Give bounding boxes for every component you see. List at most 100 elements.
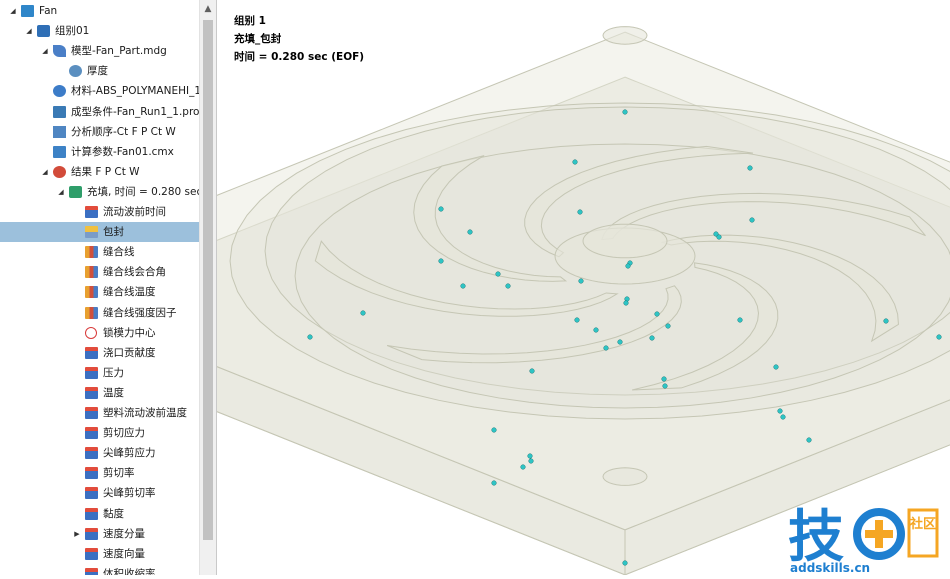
weld-line-icon xyxy=(85,306,98,319)
air-trap-marker xyxy=(737,317,743,323)
air-trap-marker xyxy=(467,229,473,235)
tree-item-label: 黏度 xyxy=(103,507,124,520)
tree-item-label: 速度向量 xyxy=(103,547,145,560)
air-trap-marker xyxy=(307,334,313,340)
tree-item[interactable]: 浇口贡献度 xyxy=(0,343,199,363)
tree-item-label: 缝合线强度因子 xyxy=(103,306,177,319)
air-trap-icon xyxy=(85,226,98,239)
air-trap-marker xyxy=(747,165,753,171)
tree-item[interactable]: ◢ 组别01 xyxy=(0,21,199,41)
tree-item[interactable]: 黏度 xyxy=(0,504,199,524)
air-trap-marker xyxy=(527,453,533,459)
result-item-icon xyxy=(85,507,98,520)
corner-boss xyxy=(602,467,648,486)
watermark-logo: 技 社区 addskills.cn xyxy=(788,498,948,575)
tree-item-label: 分析顺序-Ct F P Ct W xyxy=(71,125,176,138)
air-trap-marker xyxy=(529,368,535,374)
air-trap-marker xyxy=(749,217,755,223)
tree-item[interactable]: 剪切率 xyxy=(0,463,199,483)
tree-item[interactable]: 压力 xyxy=(0,363,199,383)
result-item-icon xyxy=(85,407,98,419)
tree-item[interactable]: 分析顺序-Ct F P Ct W xyxy=(0,122,199,142)
result-item-icon xyxy=(85,206,98,218)
tree-item-label: 剪切应力 xyxy=(103,427,145,440)
expand-arrow-icon[interactable]: ◢ xyxy=(40,41,50,61)
tree-item[interactable]: 剪切应力 xyxy=(0,423,199,443)
air-trap-marker xyxy=(572,159,578,165)
air-trap-marker xyxy=(661,376,667,382)
air-trap-marker xyxy=(438,206,444,212)
tree-item[interactable]: 材料-ABS_POLYMANEHI_1.... xyxy=(0,81,214,101)
tree-item[interactable]: 尖峰剪切率 xyxy=(0,483,199,503)
tree-item-label: 尖峰剪应力 xyxy=(103,447,156,460)
tree-item[interactable]: 缝合线 xyxy=(0,242,199,262)
fan-part xyxy=(1,26,950,576)
tree-item[interactable]: 缝合线会合角 xyxy=(0,262,199,282)
result-item-icon xyxy=(85,567,98,575)
air-trap-marker xyxy=(662,383,668,389)
result-item-icon xyxy=(85,427,98,440)
expand-arrow-icon[interactable]: ◢ xyxy=(56,182,66,202)
tree-item[interactable]: ◢ 结果 F P Ct W xyxy=(0,162,199,182)
air-trap-marker xyxy=(617,339,623,345)
model-viewport[interactable] xyxy=(1,0,950,576)
air-trap-marker xyxy=(936,334,942,340)
weld-line-icon xyxy=(85,266,98,279)
result-item-icon xyxy=(85,467,98,480)
material-icon xyxy=(53,85,66,98)
scroll-up-icon[interactable]: ▲ xyxy=(200,0,216,18)
tree-item[interactable]: ◢ 充填, 时间 = 0.280 sec (E... xyxy=(0,182,216,202)
tree-item-label: 尖峰剪切率 xyxy=(103,487,156,500)
result-item-icon xyxy=(85,447,98,460)
tree-item-label: 计算参数-Fan01.cmx xyxy=(71,145,174,158)
tree-item-label: 塑料流动波前温度 xyxy=(103,407,187,419)
tree-item[interactable]: 速度向量 xyxy=(0,544,199,564)
air-trap-marker xyxy=(593,327,599,333)
tree-item[interactable]: 厚度 xyxy=(0,61,199,81)
tree-item[interactable]: 流动波前时间 xyxy=(0,202,199,222)
scroll-thumb[interactable] xyxy=(203,20,213,540)
tree-item[interactable]: 缝合线温度 xyxy=(0,282,199,302)
tree-item[interactable]: 体积收缩率 xyxy=(0,564,199,575)
air-trap-marker xyxy=(438,258,444,264)
tree-item[interactable]: 锁模力中心 xyxy=(0,323,199,343)
air-trap-marker xyxy=(505,283,511,289)
expand-arrow-icon[interactable]: ◢ xyxy=(8,1,18,21)
results-icon xyxy=(53,165,66,178)
air-trap-marker xyxy=(578,278,584,284)
expand-arrow-icon[interactable]: ◢ xyxy=(24,21,34,41)
tree-item-label: 锁模力中心 xyxy=(103,326,156,339)
logo-url-text: addskills.cn xyxy=(790,561,870,575)
corner-boss xyxy=(602,26,648,45)
tree-item[interactable]: 塑料流动波前温度 xyxy=(0,403,199,423)
sequence-icon xyxy=(53,125,66,138)
air-trap-marker xyxy=(665,323,671,329)
tree-item-label: 速度分量 xyxy=(103,527,145,540)
tree-item[interactable]: ▶ 速度分量 xyxy=(0,524,199,544)
air-trap-marker xyxy=(777,408,783,414)
tree-item[interactable]: 计算参数-Fan01.cmx xyxy=(0,142,199,162)
tree-item[interactable]: ◢ Fan xyxy=(0,1,199,21)
tree-item[interactable]: 包封 xyxy=(0,222,199,243)
fan-model-drawing xyxy=(1,26,950,576)
tree-item[interactable]: 成型条件-Fan_Run1_1.pro xyxy=(0,102,199,122)
result-item-icon xyxy=(85,366,98,379)
air-trap-marker xyxy=(520,464,526,470)
tree-item-label: 压力 xyxy=(103,366,124,379)
tree-item[interactable]: 温度 xyxy=(0,383,199,403)
parameters-icon xyxy=(53,145,66,158)
tree-item-label: 厚度 xyxy=(87,65,108,78)
tree-item[interactable]: 缝合线强度因子 xyxy=(0,303,199,323)
collapse-arrow-icon[interactable]: ▶ xyxy=(72,524,82,544)
tree-item-label: 体积收缩率 xyxy=(103,567,156,575)
air-trap-marker xyxy=(716,234,722,240)
group-icon xyxy=(37,25,50,38)
tree-item-label: 模型-Fan_Part.mdg xyxy=(71,45,167,58)
expand-arrow-icon[interactable]: ◢ xyxy=(40,162,50,182)
air-trap-marker xyxy=(806,437,812,443)
tree-item[interactable]: ◢ 模型-Fan_Part.mdg xyxy=(0,41,199,61)
tree-item-label: Fan xyxy=(39,5,58,17)
tree-item[interactable]: 尖峰剪应力 xyxy=(0,443,199,463)
tree-item-label: 剪切率 xyxy=(103,467,135,480)
tree-scrollbar[interactable]: ▲ xyxy=(199,0,216,575)
